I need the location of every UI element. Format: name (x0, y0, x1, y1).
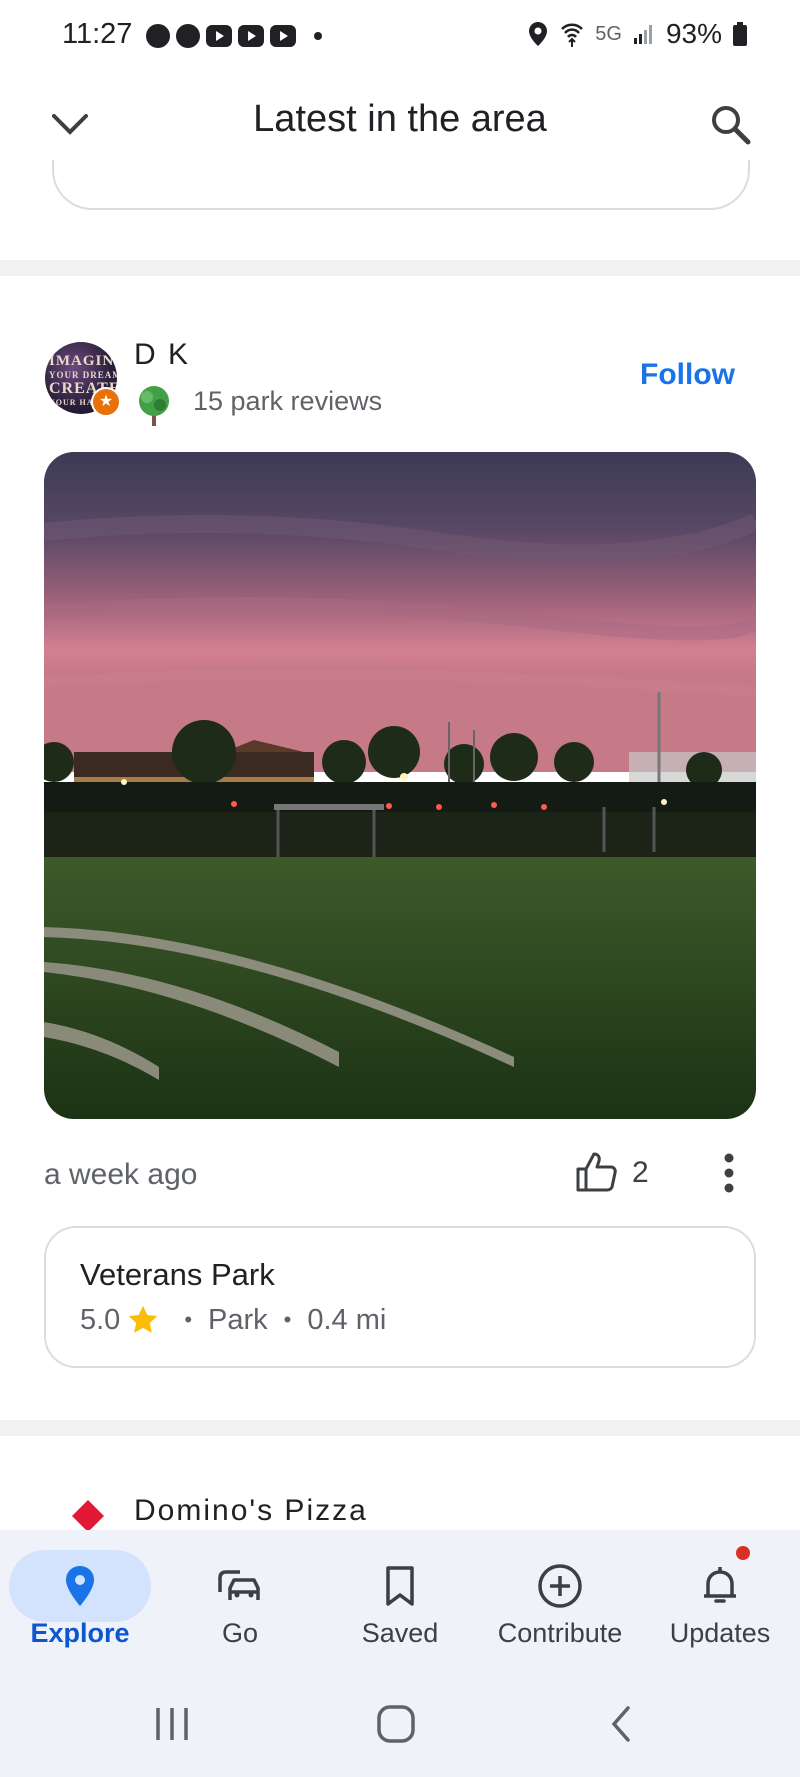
messenger-icon (146, 24, 170, 48)
section-divider (0, 260, 800, 276)
like-count: 2 (632, 1156, 649, 1189)
more-notifications-dot-icon (314, 32, 322, 40)
car-icon (218, 1570, 260, 1600)
facebook-icon (176, 24, 200, 48)
follow-button[interactable]: Follow (640, 358, 735, 392)
nav-explore[interactable]: Explore (0, 1530, 160, 1690)
thumbs-up-icon[interactable] (574, 1150, 618, 1194)
youtube-icon (206, 25, 232, 47)
nav-explore-label: Explore (30, 1618, 130, 1648)
nav-saved-label: Saved (361, 1618, 439, 1648)
status-bar: 11:27 5G 93% (0, 0, 800, 72)
battery-percent: 93% (665, 18, 722, 49)
location-icon (529, 22, 548, 46)
nav-updates[interactable]: Updates (640, 1530, 800, 1690)
dominos-logo-icon (72, 1500, 104, 1532)
place-rating: 5.0 (80, 1303, 121, 1336)
place-card[interactable] (44, 1226, 756, 1368)
separator-dot: • (184, 1307, 193, 1332)
park-sunset-image (44, 452, 756, 1119)
search-icon[interactable] (700, 94, 760, 154)
review-count: 15 park reviews (193, 386, 383, 416)
bell-icon (704, 1567, 736, 1603)
wifi-icon (561, 23, 584, 47)
youtube-icon (238, 25, 264, 47)
nav-contribute[interactable]: Contribute (480, 1530, 640, 1690)
star-icon (129, 1305, 158, 1333)
place-meta: 5.0 • Park • 0.4 mi (80, 1303, 386, 1337)
more-options-icon[interactable] (712, 1148, 746, 1198)
bookmark-icon (386, 1566, 414, 1606)
add-circle-icon (538, 1564, 582, 1608)
place-name: Veterans Park (80, 1257, 275, 1292)
post-photo[interactable] (44, 452, 756, 1119)
local-guide-badge-icon: ★ (91, 387, 121, 417)
home-icon[interactable] (374, 1702, 418, 1746)
next-item-title[interactable]: Domino's Pizza (134, 1494, 368, 1528)
section-divider (0, 1420, 800, 1436)
notification-dot-icon (736, 1546, 750, 1560)
notification-icons (146, 24, 322, 48)
app-header: Latest in the area (0, 72, 800, 172)
network-type: 5G (595, 22, 622, 45)
nav-go-label: Go (221, 1618, 259, 1648)
separator-dot: • (283, 1307, 292, 1332)
place-distance: 0.4 mi (307, 1303, 387, 1336)
tree-icon (139, 386, 169, 426)
author-name[interactable]: D K (134, 338, 190, 372)
place-category: Park (208, 1303, 268, 1336)
nav-updates-label: Updates (669, 1618, 771, 1648)
previous-card-edge (52, 160, 750, 210)
nav-go[interactable]: Go (160, 1530, 320, 1690)
page-title: Latest in the area (253, 98, 547, 140)
youtube-icon (270, 25, 296, 47)
location-pin-icon (66, 1566, 94, 1606)
nav-contribute-label: Contribute (497, 1618, 623, 1648)
back-icon[interactable] (600, 1702, 644, 1746)
signal-icon (633, 25, 652, 44)
system-navigation-bar (0, 1680, 800, 1777)
post-time: a week ago (44, 1158, 198, 1191)
nav-saved[interactable]: Saved (320, 1530, 480, 1690)
status-time: 11:27 (62, 18, 133, 50)
status-right: 5G 93% (527, 18, 748, 50)
recent-apps-icon[interactable] (150, 1704, 194, 1744)
battery-icon (733, 22, 747, 46)
